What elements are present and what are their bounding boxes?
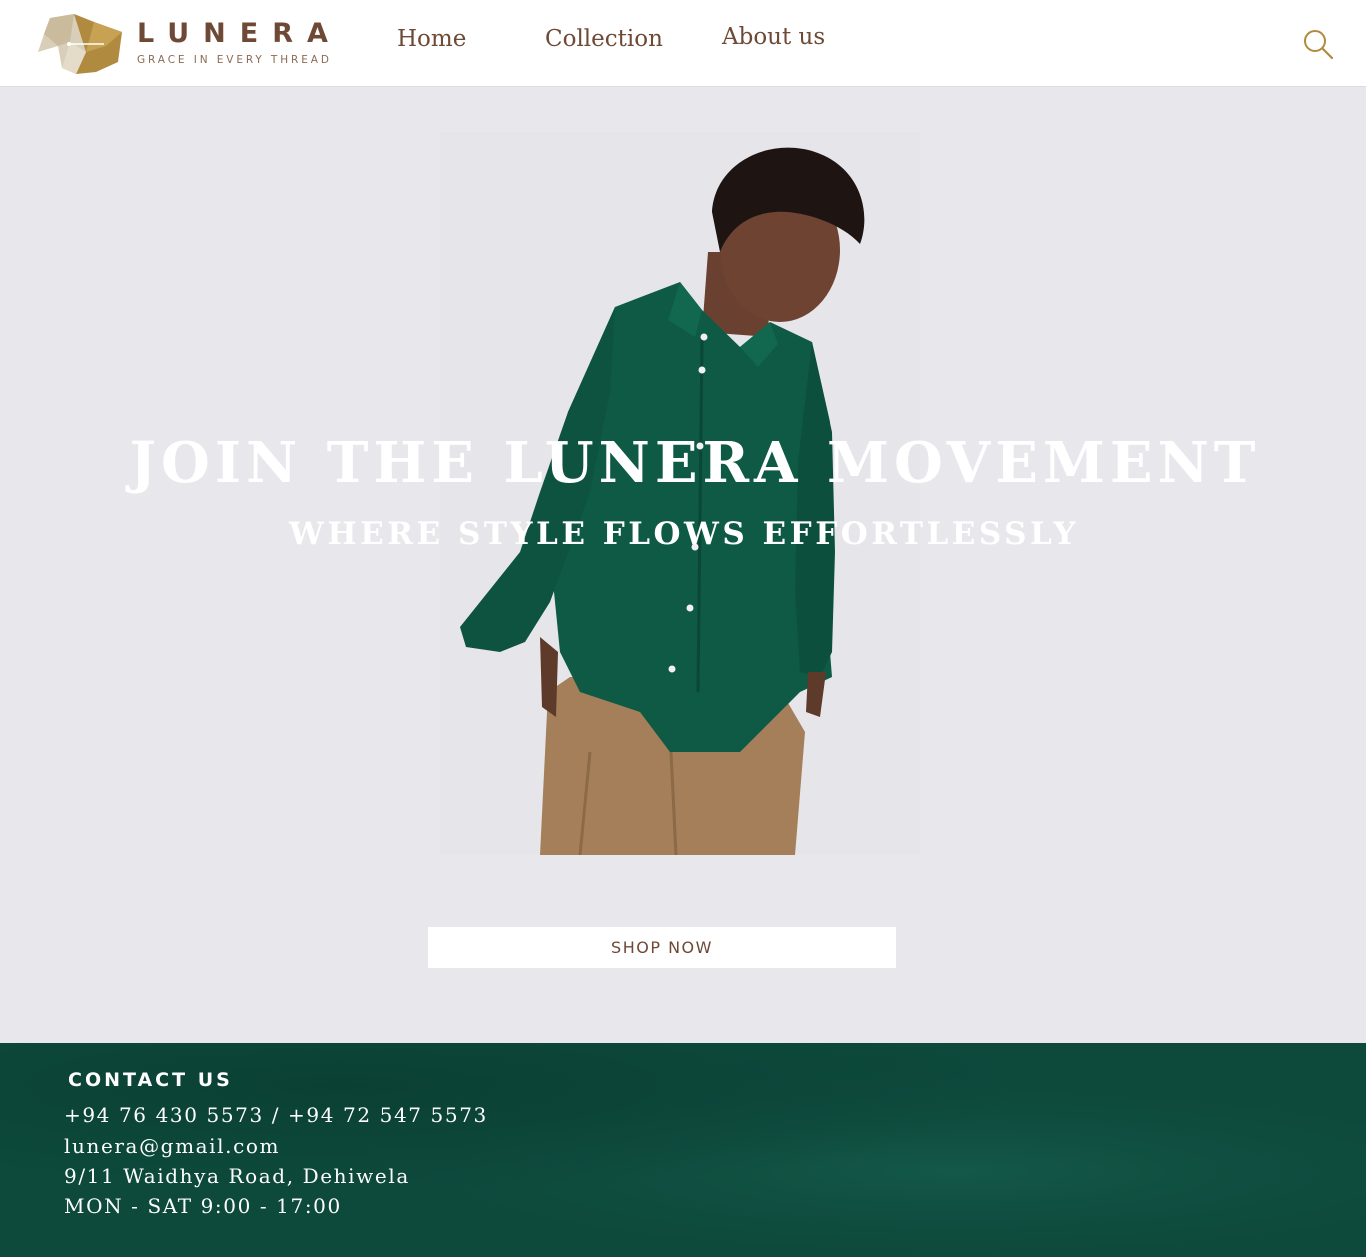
contact-phone[interactable]: +94 76 430 5573 / +94 72 547 5573: [64, 1103, 488, 1127]
contact-email[interactable]: lunera@gmail.com: [64, 1134, 280, 1158]
shop-now-button[interactable]: SHOP NOW: [428, 927, 896, 968]
site-header: LUNERA GRACE IN EVERY THREAD Home Collec…: [0, 0, 1366, 87]
brand-wordmark: LUNERA: [137, 18, 342, 49]
nav-collection-link[interactable]: Collection: [545, 26, 663, 52]
hero-headline: JOIN THE LUNERA MOVEMENT: [129, 430, 1261, 496]
search-icon: [1304, 30, 1334, 60]
nav-home-link[interactable]: Home: [397, 26, 466, 52]
hero-banner: JOIN THE LUNERA MOVEMENT WHERE STYLE FLO…: [0, 88, 1366, 1043]
contact-us-heading: CONTACT US: [68, 1069, 233, 1091]
search-button[interactable]: [1301, 28, 1335, 62]
brand-logo[interactable]: LUNERA GRACE IN EVERY THREAD: [36, 12, 336, 76]
origami-elephant-logo-icon: [38, 14, 122, 74]
nav-about-link[interactable]: About us: [722, 24, 825, 50]
hero-subheadline: WHERE STYLE FLOWS EFFORTLESSLY: [289, 516, 1079, 552]
contact-hours: MON - SAT 9:00 - 17:00: [64, 1194, 342, 1218]
brand-tagline: GRACE IN EVERY THREAD: [137, 54, 332, 66]
contact-address: 9/11 Waidhya Road, Dehiwela: [64, 1164, 410, 1188]
contact-footer: CONTACT US +94 76 430 5573 / +94 72 547 …: [0, 1043, 1366, 1257]
